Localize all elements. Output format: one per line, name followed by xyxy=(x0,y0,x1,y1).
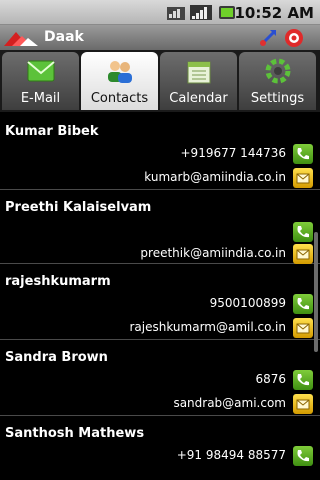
call-button[interactable] xyxy=(293,446,313,466)
contacts-icon xyxy=(108,61,132,83)
tab-calendar-label: Calendar xyxy=(169,91,228,106)
wifi-icon xyxy=(167,7,185,20)
app-title-bar: Daak xyxy=(0,25,320,50)
tab-contacts[interactable]: Contacts xyxy=(81,52,158,110)
mail-icon xyxy=(296,399,310,410)
phone-icon xyxy=(297,374,309,386)
contact-phone: 6876 xyxy=(255,372,286,386)
phone-icon xyxy=(297,226,309,238)
tab-settings-label: Settings xyxy=(250,91,305,106)
contact-item[interactable]: Preethi Kalaiselvam preethik@amiindia.co… xyxy=(0,190,320,264)
status-time: 10:52 AM xyxy=(234,4,314,22)
tab-email-label: E-Mail xyxy=(20,91,61,106)
phone-icon xyxy=(297,148,309,160)
contact-phone: +919677 144736 xyxy=(180,146,287,160)
contact-item[interactable]: Kumar Bibek +919677 144736 kumarb@amiind… xyxy=(0,114,320,190)
email-button[interactable] xyxy=(293,244,313,264)
settings-icon xyxy=(265,58,291,84)
contact-list[interactable]: Kumar Bibek +919677 144736 kumarb@amiind… xyxy=(0,114,320,480)
contact-name: Santhosh Mathews xyxy=(5,426,145,441)
tab-calendar[interactable]: Calendar xyxy=(160,52,237,110)
email-button[interactable] xyxy=(293,394,313,414)
email-icon xyxy=(27,60,55,82)
call-button[interactable] xyxy=(293,144,313,164)
contact-email: kumarb@amiindia.co.in xyxy=(144,170,286,184)
mail-icon xyxy=(296,249,310,260)
app-title: Daak xyxy=(44,29,84,45)
contact-item[interactable]: rajeshkumarm 9500100899 rajeshkumarm@ami… xyxy=(0,264,320,340)
tab-bar: E-Mail Contacts Calendar Settings xyxy=(0,50,320,112)
phone-icon xyxy=(297,450,309,462)
contact-email: preethik@amiindia.co.in xyxy=(140,246,286,260)
status-bar: 10:52 AM xyxy=(0,0,320,25)
mail-icon xyxy=(296,173,310,184)
contact-name: Preethi Kalaiselvam xyxy=(5,200,152,215)
phone-icon xyxy=(297,298,309,310)
battery-icon xyxy=(219,6,235,19)
tab-contacts-label: Contacts xyxy=(90,91,149,106)
email-button[interactable] xyxy=(293,168,313,188)
tab-settings[interactable]: Settings xyxy=(239,52,316,110)
app-logo-icon xyxy=(4,32,38,46)
contact-name: rajeshkumarm xyxy=(5,274,111,289)
calendar-icon xyxy=(187,61,211,84)
call-button[interactable] xyxy=(293,294,313,314)
contact-name: Sandra Brown xyxy=(5,350,108,365)
email-button[interactable] xyxy=(293,318,313,338)
call-button[interactable] xyxy=(293,370,313,390)
sync-icon[interactable] xyxy=(258,28,278,48)
contact-phone: +91 98494 88577 xyxy=(176,448,286,462)
contact-phone: 9500100899 xyxy=(209,296,286,310)
list-scrollbar[interactable] xyxy=(314,232,318,352)
contact-item[interactable]: Santhosh Mathews +91 98494 88577 xyxy=(0,416,320,480)
exit-icon[interactable] xyxy=(284,28,304,48)
contact-item[interactable]: Sandra Brown 6876 sandrab@ami.com xyxy=(0,340,320,416)
call-button[interactable] xyxy=(293,222,313,242)
tab-email[interactable]: E-Mail xyxy=(2,52,79,110)
contact-email: rajeshkumarm@amil.co.in xyxy=(129,320,286,334)
contact-email: sandrab@ami.com xyxy=(173,396,286,410)
contact-name: Kumar Bibek xyxy=(5,124,99,139)
mail-icon xyxy=(296,323,310,334)
signal-icon xyxy=(190,5,212,20)
